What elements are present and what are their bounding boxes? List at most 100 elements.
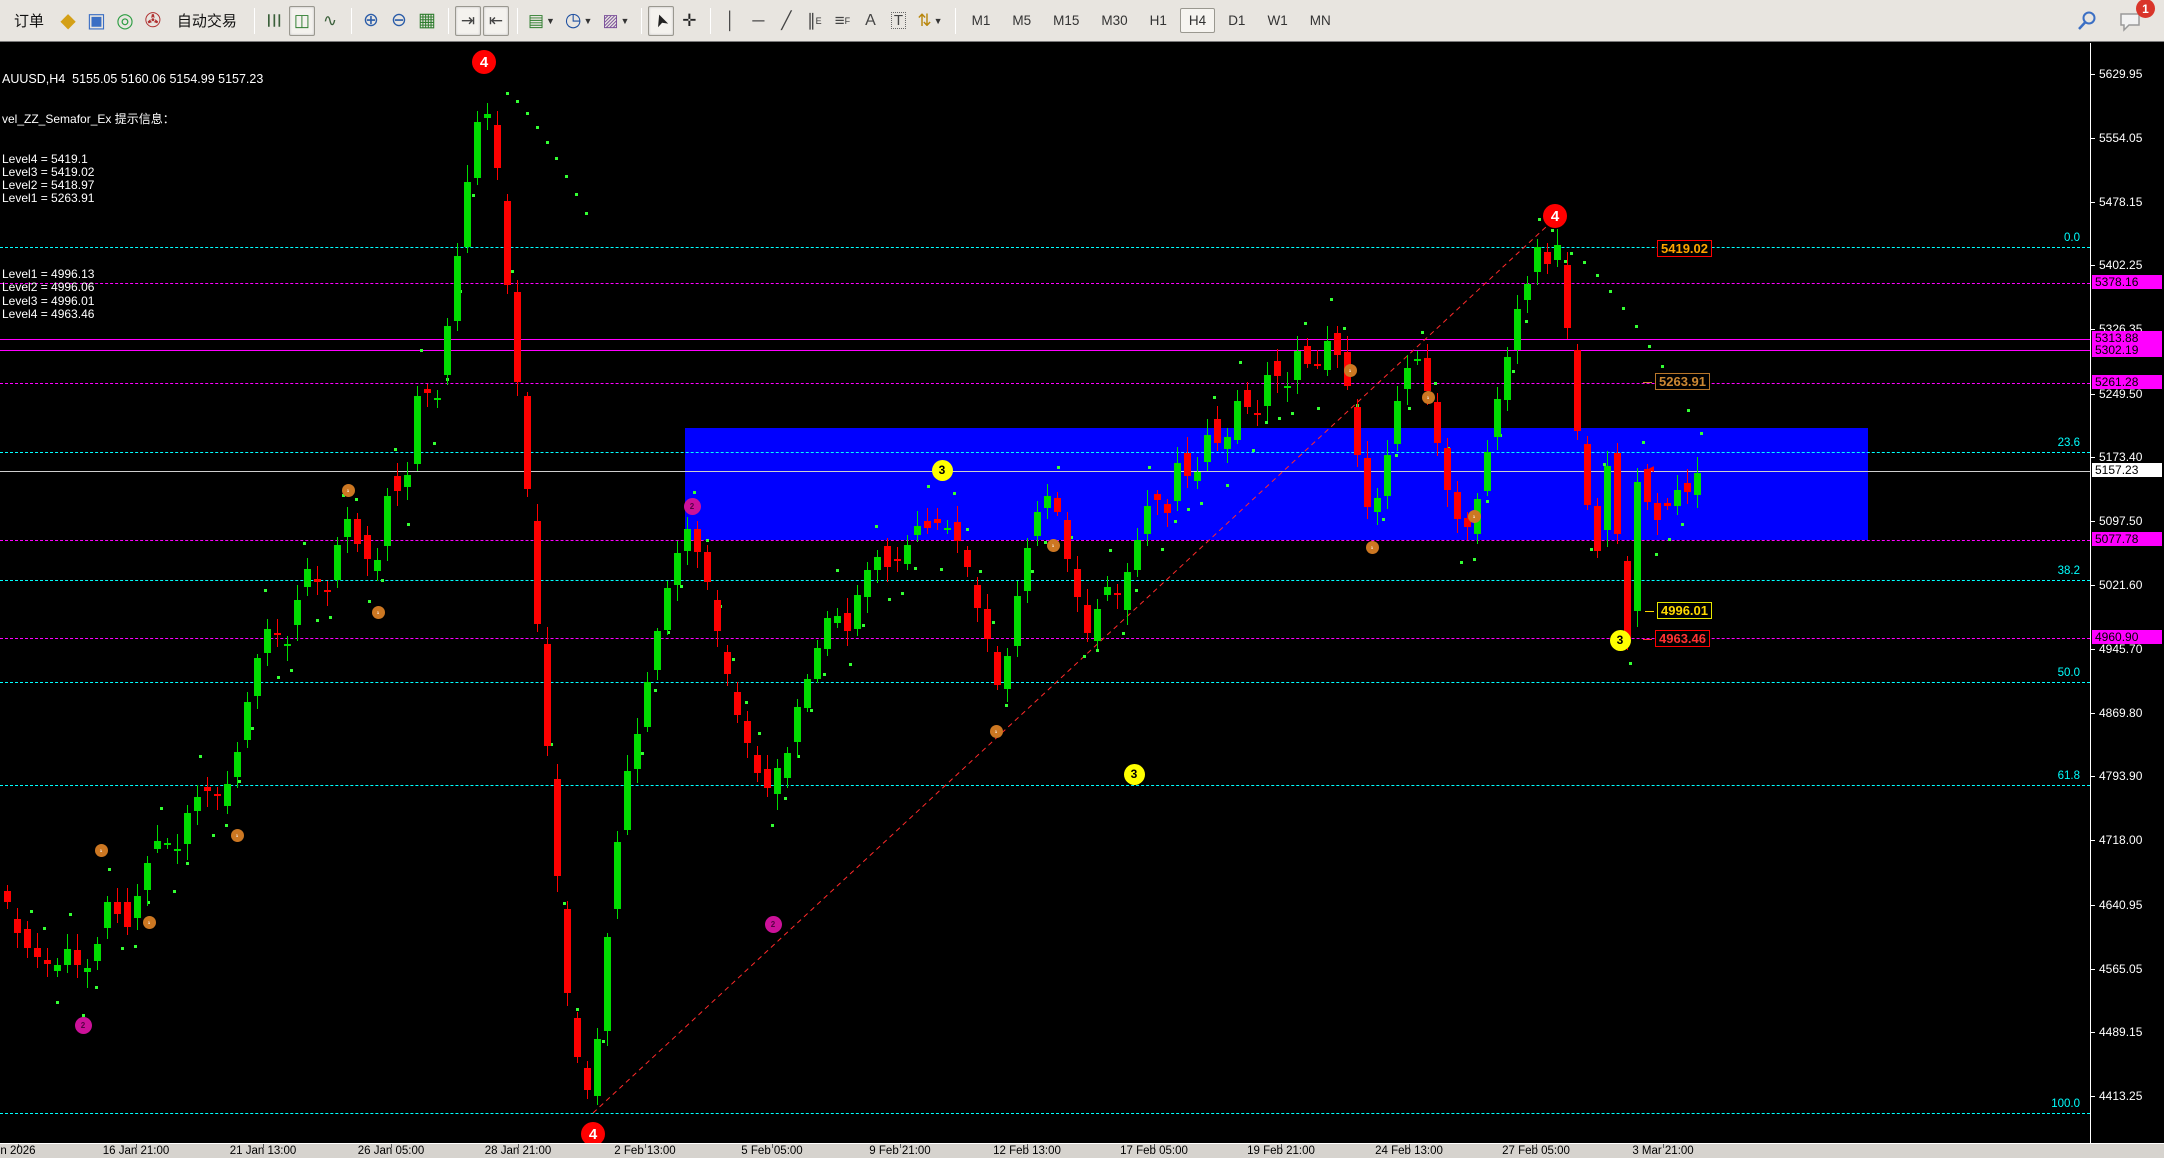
semafor-dot (888, 598, 891, 601)
time-axis[interactable]: n 202616 Jan 21:0021 Jan 13:0026 Jan 05:… (0, 1143, 2164, 1158)
chart-canvas[interactable]: 0.023.638.250.061.8100.04443332221111111… (0, 43, 2090, 1143)
chart-shift-button[interactable]: ⇤ (483, 6, 509, 36)
auto-scroll-button[interactable]: ⇥ (455, 6, 481, 36)
gold-seal-icon[interactable]: ◆ (55, 6, 81, 36)
candle-body (1434, 402, 1441, 443)
trend-line-button[interactable]: ╱ (773, 6, 799, 36)
candle-body (1384, 455, 1391, 496)
semafor-dot (95, 986, 98, 989)
fibonacci-level-label: 0.0 (2064, 232, 2080, 244)
candle-body (1144, 506, 1151, 534)
candle-body (1174, 463, 1181, 501)
price-axis[interactable]: 5629.955554.055478.155402.255326.355249.… (2090, 43, 2164, 1143)
semafor-dot (784, 797, 787, 800)
timeframe-button-M15[interactable]: M15 (1044, 8, 1088, 33)
price-level-label[interactable]: 4996.01 (1657, 602, 1712, 619)
zoom-in-button[interactable]: ⊕ (358, 6, 384, 36)
semafor-dot (1635, 325, 1638, 328)
timeframe-button-M30[interactable]: M30 (1092, 8, 1136, 33)
semafor-dot (563, 902, 566, 905)
price-level-label[interactable]: 5419.02 (1657, 240, 1712, 257)
candle-body (1094, 609, 1101, 641)
line-chart-button[interactable]: ∿ (317, 6, 343, 36)
indicator-title: vel_ZZ_Semafor_Ex 提示信息： (2, 113, 263, 126)
timeframe-button-M1[interactable]: M1 (963, 8, 1000, 33)
price-tick-mark (2091, 1096, 2095, 1097)
search-icon[interactable] (2072, 6, 2102, 36)
timeframe-button-H1[interactable]: H1 (1141, 8, 1176, 33)
candle-body (84, 968, 91, 972)
separator (448, 8, 449, 34)
price-tag: 5378.16 (2092, 275, 2162, 289)
equidistant-channel-button[interactable]: ∥E (801, 6, 827, 36)
candlestick-chart-button[interactable]: ◫ (289, 6, 315, 36)
cursor-group: ➤ ✛ (647, 3, 703, 39)
candle-body (1284, 386, 1291, 388)
candle-body (754, 755, 761, 773)
candle-body (484, 114, 491, 118)
price-level-label[interactable]: 5263.91 (1655, 373, 1710, 390)
semafor-dot (1161, 548, 1164, 551)
candle-body (354, 519, 361, 544)
templates-button[interactable]: ▨▼ (598, 6, 633, 36)
chart-type-group: ☰ ◫ ∿ (260, 3, 344, 39)
autotrading-button[interactable]: 自动交易 (168, 6, 246, 36)
semafor-dot (966, 528, 969, 531)
timeframe-button-H4[interactable]: H4 (1180, 8, 1215, 33)
price-tick-label: 5173.40 (2099, 450, 2142, 464)
market-watch-icon[interactable]: ◎ (112, 6, 138, 36)
semafor-dot (1596, 274, 1599, 277)
bar-chart-button[interactable]: ☰ (261, 6, 287, 36)
time-tick-label: 12 Feb 13:00 (993, 1145, 1061, 1157)
price-tick-mark (2091, 713, 2095, 714)
cursor-button[interactable]: ➤ (648, 6, 674, 36)
periods-button[interactable]: ◷▼ (561, 6, 597, 36)
candle-body (1274, 361, 1281, 376)
time-tick-label: 28 Jan 21:00 (485, 1145, 552, 1157)
candle-body (834, 616, 841, 623)
tile-windows-button[interactable]: ▦ (414, 6, 440, 36)
price-tick-mark (2091, 776, 2095, 777)
semafor-marker-1: 1 (231, 829, 244, 842)
semafor-dot (290, 669, 293, 672)
timeframe-button-W1[interactable]: W1 (1258, 8, 1296, 33)
semafor-dot (849, 663, 852, 666)
candle-body (1544, 252, 1551, 264)
new-chart-button[interactable]: ▤▼ (524, 6, 559, 36)
vertical-line-button[interactable]: │ (717, 6, 743, 36)
semafor-dot (706, 539, 709, 542)
expert-hat-icon[interactable]: ✇ (140, 6, 166, 36)
price-tick-label: 4945.70 (2099, 642, 2142, 656)
history-center-icon[interactable]: ▣ (83, 6, 110, 36)
new-order-button[interactable]: 订单 (5, 6, 53, 36)
trend-line[interactable] (593, 213, 1561, 1113)
price-level-label[interactable]: 4963.46 (1655, 630, 1710, 647)
candle-body (784, 753, 791, 778)
semafor-dot (368, 600, 371, 603)
text-button[interactable]: A (857, 6, 883, 36)
candle-body (634, 734, 641, 769)
semafor-dot (526, 112, 529, 115)
timeframe-button-M5[interactable]: M5 (1003, 8, 1040, 33)
text-label-button[interactable]: T (885, 6, 911, 36)
horizontal-line-button[interactable]: ─ (745, 6, 771, 36)
candle-body (334, 545, 341, 580)
candle-body (164, 843, 171, 845)
crosshair-button[interactable]: ✛ (676, 6, 702, 36)
semafor-dot (1609, 290, 1612, 293)
arrow-tools-button[interactable]: ⇅▼ (913, 6, 946, 36)
level-line: Level1 = 5263.91 (2, 192, 263, 205)
notifications-button[interactable]: 1 (2114, 6, 2148, 36)
candle-body (294, 600, 301, 625)
price-tick-label: 4413.25 (2099, 1089, 2142, 1103)
semafor-marker-3: 3 (932, 460, 953, 481)
fibonacci-button[interactable]: ≡F (829, 6, 855, 36)
timeframe-button-D1[interactable]: D1 (1219, 8, 1254, 33)
candle-wick (427, 384, 428, 407)
zoom-out-button[interactable]: ⊖ (386, 6, 412, 36)
timeframe-button-MN[interactable]: MN (1301, 8, 1340, 33)
semafor-dot (1343, 327, 1346, 330)
candle-body (1374, 498, 1381, 512)
candle-wick (947, 520, 948, 534)
semafor-marker-4: 4 (1543, 204, 1567, 228)
